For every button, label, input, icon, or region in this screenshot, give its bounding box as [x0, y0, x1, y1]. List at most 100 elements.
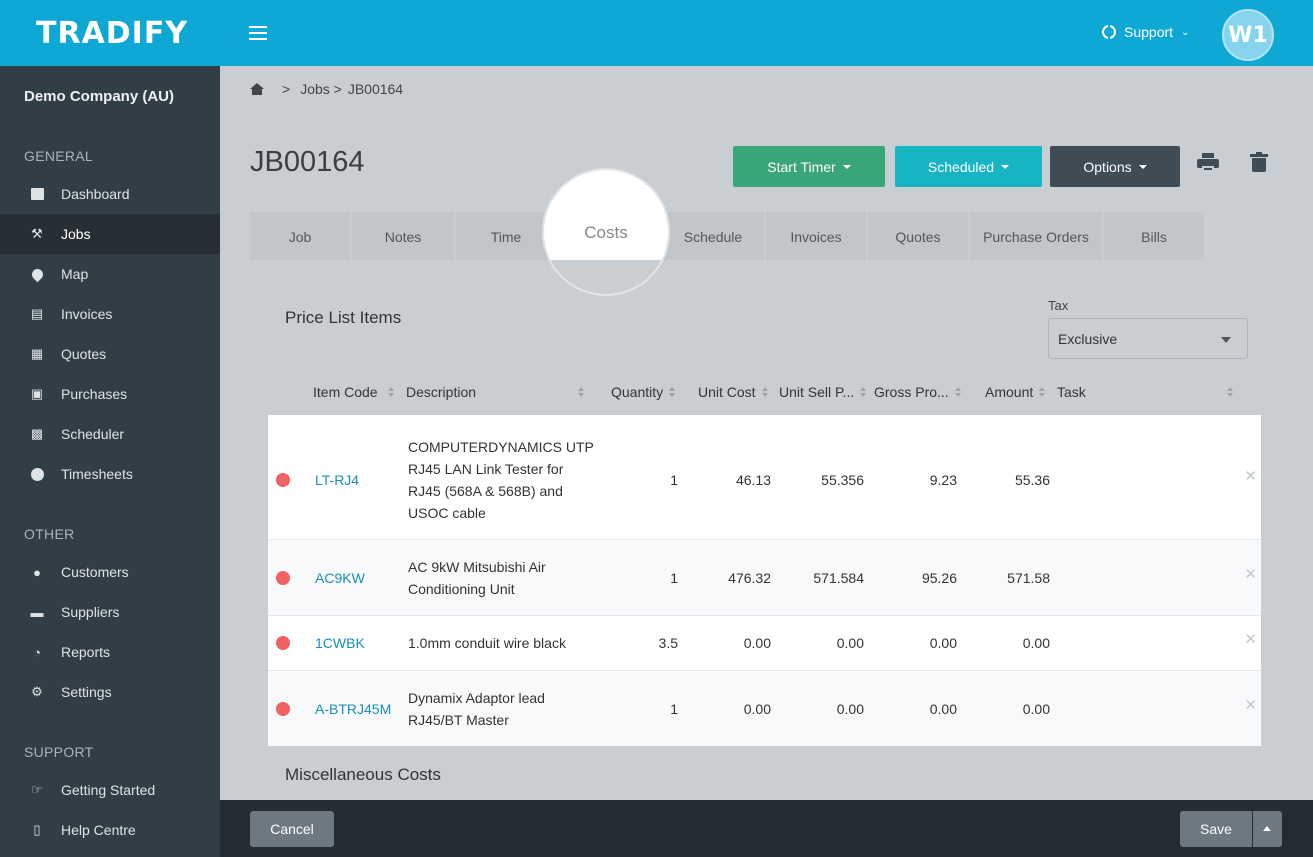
options-button[interactable]: Options	[1050, 146, 1180, 187]
top-bar: TRADIFY Support ⌄ W1	[0, 0, 1313, 66]
item-code-link[interactable]: LT-RJ4	[315, 469, 359, 491]
start-timer-button[interactable]: Start Timer	[733, 146, 885, 187]
tab-bills[interactable]: Bills	[1104, 212, 1204, 260]
sidebar-item-quotes[interactable]: ▦ Quotes	[0, 334, 220, 374]
sidebar-item-label: Getting Started	[61, 782, 156, 798]
sort-icon	[578, 387, 584, 397]
tab-invoices[interactable]: Invoices	[766, 212, 866, 260]
column-header-gross-profit[interactable]: Gross Pro...	[874, 384, 961, 400]
tab-job[interactable]: Job	[250, 212, 350, 260]
support-menu[interactable]: Support ⌄	[1102, 24, 1189, 40]
table-row[interactable]: A-BTRJ45M Dynamix Adaptor lead RJ45/BT M…	[268, 671, 1261, 746]
unit-cost-cell: 0.00	[743, 635, 771, 651]
sidebar-item-customers[interactable]: ● Customers	[0, 552, 220, 592]
column-header-unit-sell-price[interactable]: Unit Sell P...	[779, 384, 867, 400]
hammer-icon: ⚒	[31, 226, 43, 241]
sidebar-item-timesheets[interactable]: Timesheets	[0, 454, 220, 494]
section-title-other: OTHER	[24, 526, 75, 542]
sidebar-item-label: Invoices	[61, 306, 113, 322]
sidebar-item-help-centre[interactable]: ▯ Help Centre	[0, 810, 220, 850]
options-label: Options	[1083, 158, 1132, 175]
sidebar-item-label: Settings	[61, 684, 112, 700]
tax-select[interactable]: Exclusive	[1048, 318, 1248, 359]
unit-cost-cell: 46.13	[735, 472, 771, 488]
cancel-button[interactable]: Cancel	[250, 811, 334, 847]
save-options-caret-icon[interactable]	[1253, 811, 1282, 847]
scheduled-label: Scheduled	[927, 158, 995, 175]
gross-profit-cell: 0.00	[929, 701, 957, 717]
delete-row-icon[interactable]: ✕	[1244, 630, 1257, 648]
description-line: AC 9kW Mitsubishi Air	[408, 559, 546, 575]
sidebar-item-purchases[interactable]: ▣ Purchases	[0, 374, 220, 414]
page-title: JB00164	[250, 146, 365, 178]
column-header-label: Task	[1057, 384, 1086, 400]
amount-cell: 0.00	[1022, 701, 1050, 717]
gear-icon: ⚙	[31, 684, 43, 699]
column-header-description[interactable]: Description	[406, 384, 584, 400]
column-header-label: Quantity	[611, 384, 664, 400]
hamburger-menu-icon[interactable]	[249, 26, 267, 40]
sidebar-item-settings[interactable]: ⚙ Settings	[0, 672, 220, 712]
column-header-amount[interactable]: Amount	[985, 384, 1046, 400]
sidebar-item-invoices[interactable]: ▤ Invoices	[0, 294, 220, 334]
tab-notes[interactable]: Notes	[352, 212, 454, 260]
tradify-logo[interactable]: TRADIFY	[36, 16, 188, 51]
table-row[interactable]: 1CWBK 1.0mm conduit wire black 3.5 0.00 …	[268, 616, 1261, 671]
breadcrumb: > Jobs > JB00164	[250, 81, 403, 97]
sidebar-item-suppliers[interactable]: ▬ Suppliers	[0, 592, 220, 632]
table-row[interactable]: AC9KW AC 9kW Mitsubishi Air Conditioning…	[268, 540, 1261, 616]
column-header-unit-cost[interactable]: Unit Cost	[698, 384, 768, 400]
sidebar-item-label: Map	[61, 266, 89, 282]
sidebar-item-reports[interactable]: ◔ Reports	[0, 632, 220, 672]
item-code-link[interactable]: 1CWBK	[315, 632, 365, 654]
start-timer-label: Start Timer	[767, 158, 836, 175]
description-line: RJ45 LAN Link Tester for	[408, 461, 564, 477]
unit-cost-cell: 476.32	[728, 570, 771, 586]
trash-icon[interactable]	[1250, 152, 1268, 173]
thumbs-up-icon: ☞	[31, 782, 43, 797]
sort-icon	[954, 387, 961, 397]
breadcrumb-jobs[interactable]: Jobs >	[300, 81, 342, 97]
amount-cell: 571.58	[1007, 570, 1050, 586]
sidebar-item-label: Purchases	[61, 386, 128, 402]
tab-costs[interactable]: Costs	[544, 170, 668, 294]
sidebar-item-label: Timesheets	[61, 466, 133, 482]
print-icon[interactable]	[1197, 153, 1219, 173]
tab-purchase-orders[interactable]: Purchase Orders	[970, 212, 1102, 260]
calculator-icon: ▦	[30, 346, 44, 361]
sidebar-item-label: Customers	[61, 564, 129, 580]
table-row[interactable]: LT-RJ4 COMPUTERDYNAMICS UTP RJ45 LAN Lin…	[268, 419, 1261, 540]
pie-chart-icon: ◔	[33, 644, 41, 660]
delete-row-icon[interactable]: ✕	[1244, 696, 1257, 714]
section-title-support: SUPPORT	[24, 744, 94, 760]
item-description: 1.0mm conduit wire black	[408, 632, 598, 654]
sidebar-item-map[interactable]: Map	[0, 254, 220, 294]
column-header-task[interactable]: Task	[1057, 384, 1233, 400]
column-header-item-code[interactable]: Item Code	[313, 384, 394, 400]
user-avatar[interactable]: W1	[1222, 9, 1274, 61]
column-header-quantity[interactable]: Quantity	[611, 384, 676, 400]
item-description: COMPUTERDYNAMICS UTP RJ45 LAN Link Teste…	[408, 436, 598, 524]
cart-icon: ▣	[30, 386, 44, 401]
save-button[interactable]: Save	[1180, 811, 1252, 847]
sidebar-item-getting-started[interactable]: ☞ Getting Started	[0, 770, 220, 810]
tab-quotes[interactable]: Quotes	[868, 212, 968, 260]
column-header-label: Unit Sell P...	[779, 384, 855, 400]
company-name[interactable]: Demo Company (AU)	[24, 88, 174, 105]
tab-schedule[interactable]: Schedule	[662, 212, 764, 260]
sidebar-item-jobs[interactable]: ⚒ Jobs	[0, 214, 220, 254]
sort-icon	[860, 387, 867, 397]
delete-row-icon[interactable]: ✕	[1244, 565, 1257, 583]
sidebar-item-dashboard[interactable]: Dashboard	[0, 174, 220, 214]
delete-row-icon[interactable]: ✕	[1244, 467, 1257, 485]
lifebuoy-icon	[1102, 25, 1116, 39]
home-icon[interactable]	[250, 83, 264, 95]
item-description: AC 9kW Mitsubishi Air Conditioning Unit	[408, 556, 598, 600]
item-code-link[interactable]: AC9KW	[315, 567, 365, 589]
truck-icon: ▬	[30, 604, 44, 620]
sidebar-item-label: Reports	[61, 644, 111, 660]
sidebar-item-scheduler[interactable]: ▩ Scheduler	[0, 414, 220, 454]
tab-time[interactable]: Time	[456, 212, 556, 260]
scheduled-status-button[interactable]: Scheduled	[895, 146, 1042, 187]
item-code-link[interactable]: A-BTRJ45M	[315, 698, 391, 720]
